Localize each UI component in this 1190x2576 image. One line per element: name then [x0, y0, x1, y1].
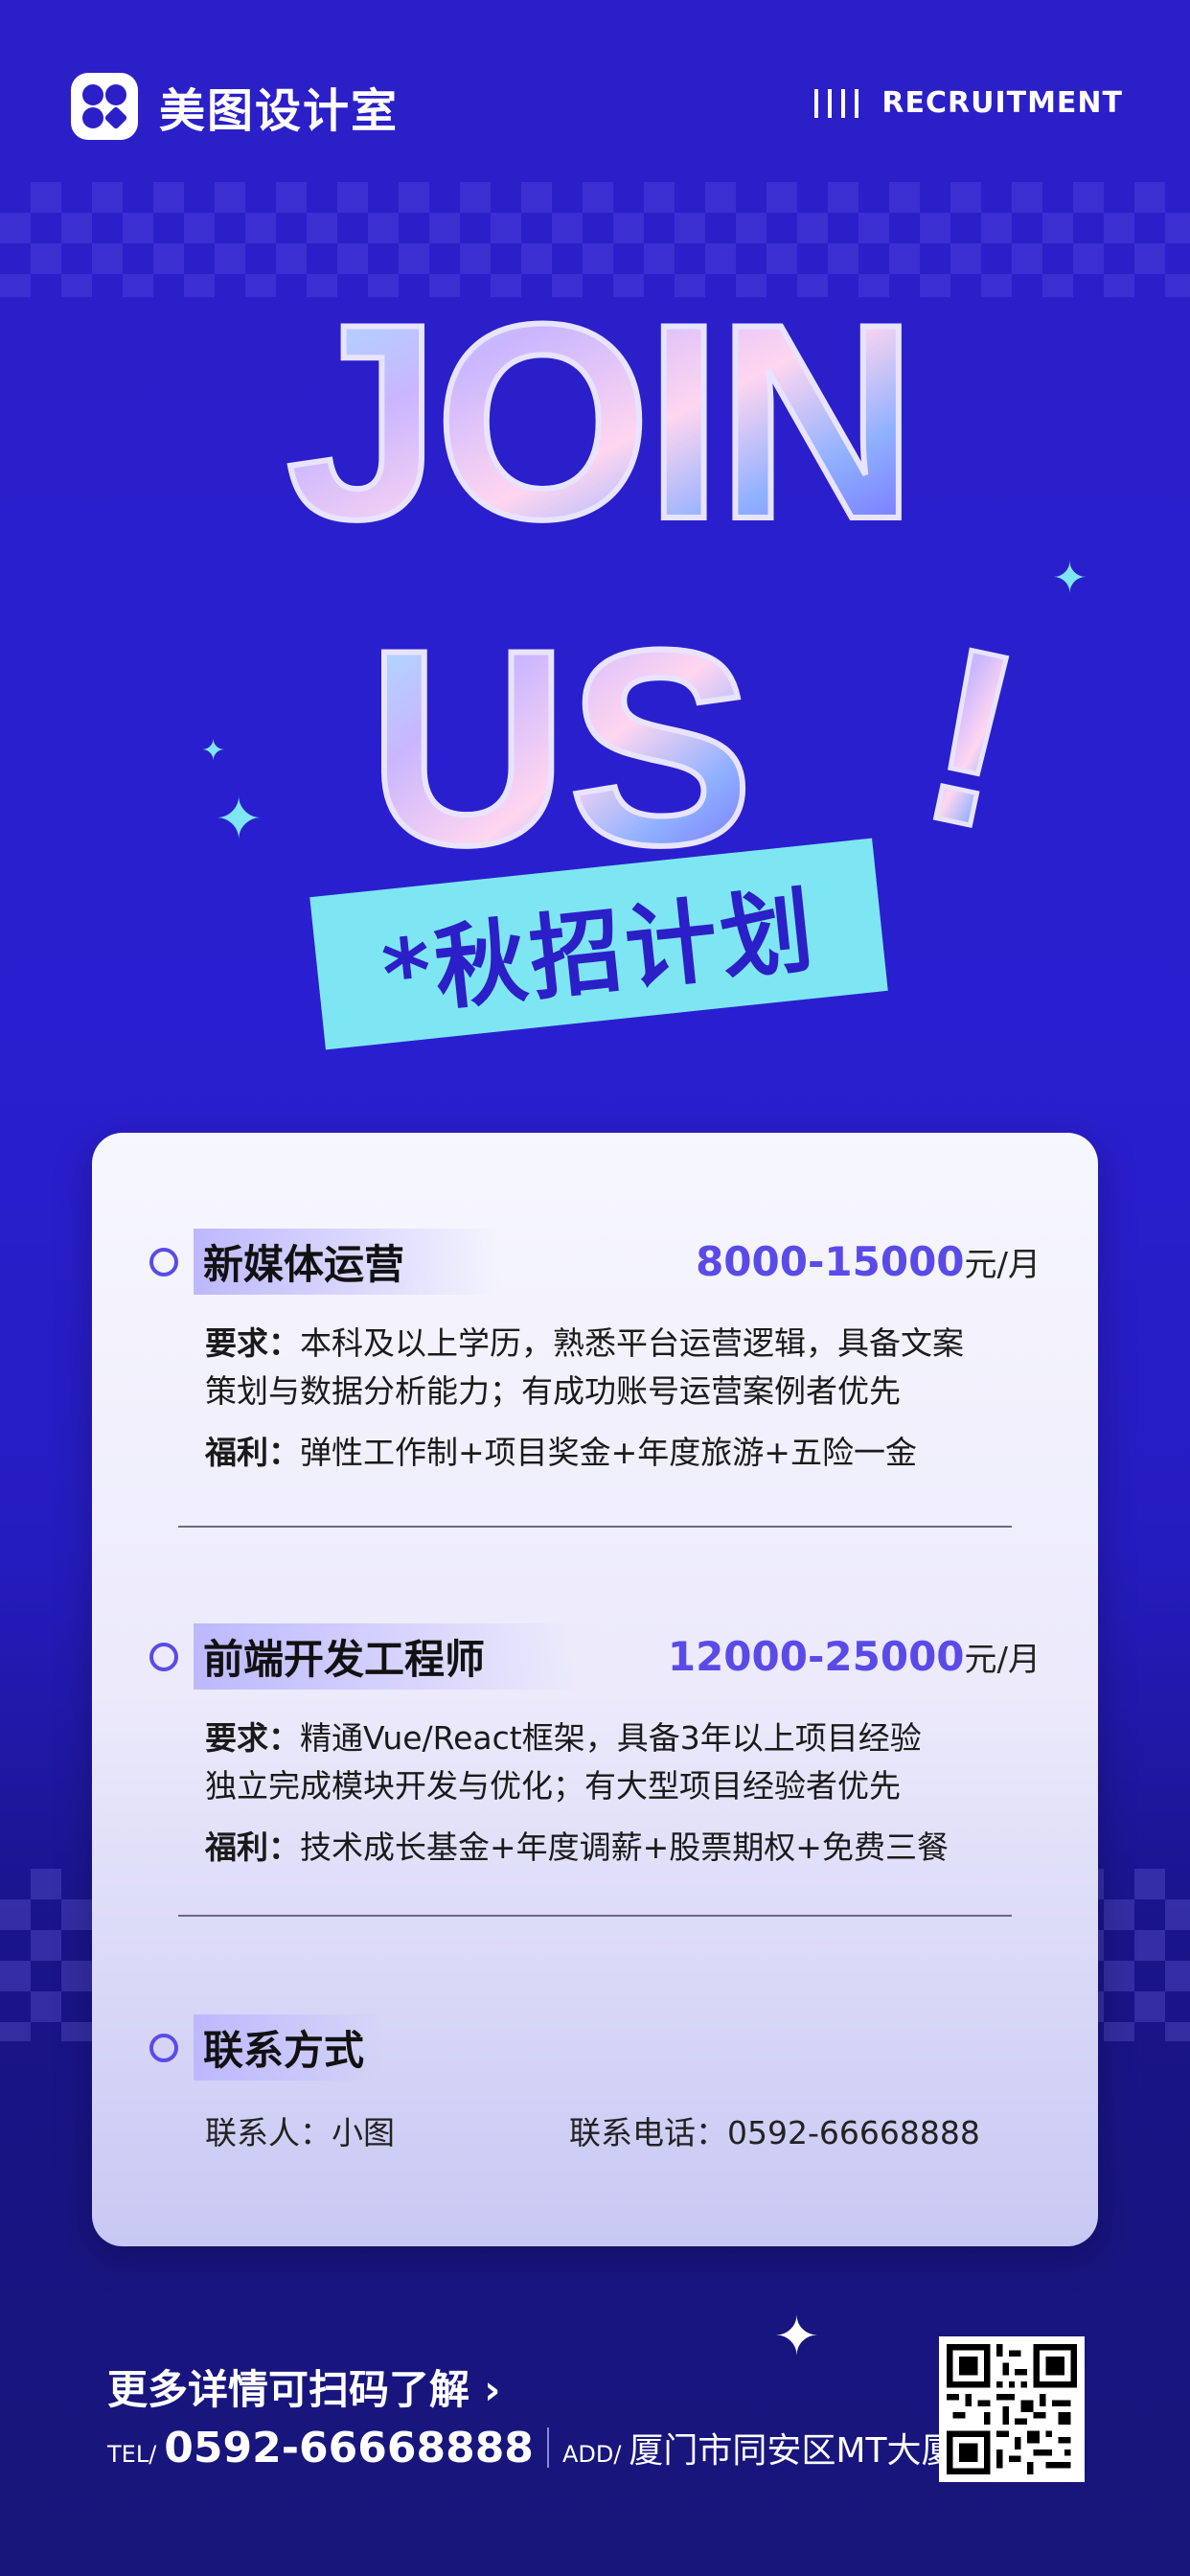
scan-prompt: 更多详情可扫码了解 ›: [107, 2358, 500, 2416]
sparkle-icon: ✦: [1052, 554, 1087, 603]
address-label: ADD/: [561, 2441, 622, 2468]
job-title: 前端开发工程师: [194, 1623, 582, 1690]
circle-bullet-icon: [149, 1247, 178, 1276]
job-title: 新媒体运营: [194, 1229, 501, 1295]
job-salary: 8000-15000元/月: [696, 1238, 1041, 1285]
benefit-label: 福利：: [205, 1828, 300, 1866]
requirement-text: 精通Vue/React框架，具备3年以上项目经验: [300, 1719, 922, 1757]
job-item: 前端开发工程师 12000-25000元/月 要求：精通Vue/React框架，…: [149, 1623, 1041, 1885]
divider: [178, 1915, 1012, 1917]
job-salary: 12000-25000元/月: [668, 1633, 1041, 1680]
brand-header: 美图设计室: [71, 73, 399, 140]
divider: [178, 1526, 1012, 1528]
tel-label: TEL/: [107, 2441, 157, 2468]
contact-title: 联系方式: [194, 2014, 384, 2081]
salary-unit: 元/月: [964, 1641, 1041, 1679]
job-card: 新媒体运营 8000-15000元/月 要求：本科及以上学历，熟悉平台运营逻辑，…: [92, 1133, 1098, 2246]
benefit-text: 弹性工作制+项目奖金+年度旅游+五险一金: [300, 1434, 917, 1471]
sparkle-icon: ✦: [215, 786, 263, 853]
circle-bullet-icon: [149, 2033, 178, 2062]
job-item: 新媒体运营 8000-15000元/月 要求：本科及以上学历，熟悉平台运营逻辑，…: [149, 1229, 1041, 1490]
job-description: 要求：本科及以上学历，熟悉平台运营逻辑，具备文案策划与数据分析能力；有成功账号运…: [205, 1320, 1041, 1477]
brand-name: 美图设计室: [159, 84, 400, 138]
requirement-text: 独立完成模块开发与优化；有大型项目经验者优先: [205, 1767, 901, 1805]
requirement-label: 要求：: [205, 1324, 300, 1362]
divider: [546, 2427, 549, 2468]
requirement-text: 本科及以上学历，熟悉平台运营逻辑，具备文案: [300, 1324, 964, 1362]
circle-bullet-icon: [149, 1642, 178, 1671]
brand-logo-icon: [71, 73, 138, 140]
salary-unit: 元/月: [964, 1246, 1041, 1284]
sparkle-icon: ✦: [201, 734, 226, 768]
contact-person: 联系人：小图: [205, 2114, 395, 2151]
hero-exclaim-text: !: [902, 593, 1041, 883]
hero-join-text: JOIN: [286, 266, 912, 577]
footer-contact: TEL/ 0592-66668888 ADD/ 厦门市同安区MT大厦: [107, 2423, 955, 2472]
footer-phone: 0592-66668888: [164, 2424, 534, 2472]
salary-range: 8000-15000: [696, 1238, 965, 1285]
qr-code-icon[interactable]: [939, 2336, 1085, 2482]
contact-phone: 联系电话：0592-66668888: [569, 2114, 980, 2151]
scan-prompt-text: 更多详情可扫码了解: [107, 2366, 470, 2413]
chevron-right-icon: ›: [484, 2366, 501, 2413]
sparkle-icon: ✦: [774, 2306, 819, 2368]
footer-address: 厦门市同安区MT大厦: [629, 2431, 956, 2471]
benefit-label: 福利：: [205, 1434, 300, 1471]
job-description: 要求：精通Vue/React框架，具备3年以上项目经验独立完成模块开发与优化；有…: [205, 1714, 1041, 1872]
requirement-label: 要求：: [205, 1719, 300, 1757]
requirement-text: 策划与数据分析能力；有成功账号运营案例者优先: [205, 1372, 901, 1410]
recruitment-tag: RECRUITMENT: [814, 86, 1123, 120]
salary-range: 12000-25000: [667, 1633, 965, 1680]
benefit-text: 技术成长基金+年度调薪+股票期权+免费三餐: [300, 1828, 949, 1866]
recruitment-label: RECRUITMENT: [881, 86, 1123, 120]
contact-section: 联系方式 联系人：小图 联系电话：0592-66668888: [149, 2014, 1041, 2153]
bars-icon: [814, 88, 859, 118]
hero-us-text: US: [368, 592, 754, 901]
